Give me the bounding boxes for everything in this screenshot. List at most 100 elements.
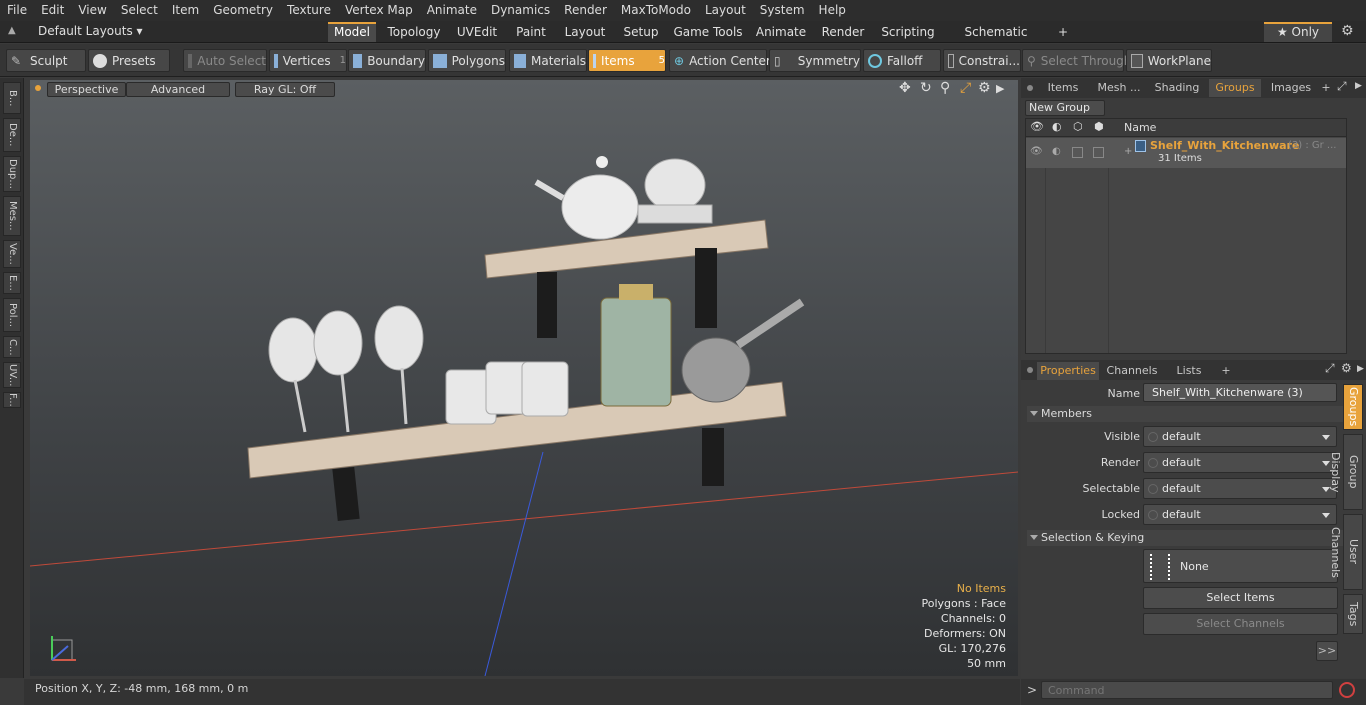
new-group-button[interactable]: New Group <box>1025 100 1105 116</box>
gear-icon[interactable]: ⚙ <box>1341 23 1354 39</box>
side-tab-groups[interactable]: Groups <box>1343 384 1363 430</box>
side-tab-tags[interactable]: Tags <box>1343 594 1363 634</box>
more-button[interactable]: >> <box>1316 641 1338 661</box>
falloff-button[interactable]: Falloff <box>863 49 941 72</box>
left-tab-8[interactable]: UV... <box>3 362 21 388</box>
mode-tab-[interactable]: + <box>1054 22 1072 42</box>
only-toggle[interactable]: ★ Only <box>1264 22 1332 42</box>
side-tab-group-display[interactable]: Group Display <box>1329 434 1363 510</box>
menu-item-layout[interactable]: Layout <box>698 0 753 21</box>
vertices-button[interactable]: Vertices 1 <box>269 49 347 72</box>
name-row: Name Shelf_With_Kitchenware (3) <box>1021 383 1343 405</box>
materials-button[interactable]: Materials <box>509 49 587 72</box>
3d-viewport[interactable]: Perspective Advanced Ray GL: Off ✥ ↻ ⚲ ⤢… <box>30 80 1018 676</box>
tab-images[interactable]: Images <box>1267 79 1315 97</box>
menu-item-help[interactable]: Help <box>812 0 853 21</box>
mode-tab-topology[interactable]: Topology <box>384 22 444 42</box>
tab-lists[interactable]: Lists <box>1167 362 1211 380</box>
left-tab-3[interactable]: Mes... <box>3 196 21 236</box>
menu-item-system[interactable]: System <box>753 0 812 21</box>
sculpt-button[interactable]: ✎ Sculpt <box>6 49 86 72</box>
select-items-button[interactable]: Select Items <box>1143 587 1338 609</box>
mode-tab-game-tools[interactable]: Game Tools <box>672 22 744 42</box>
symmetry-button[interactable]: ▯ Symmetry <box>769 49 861 72</box>
lower-bracket-left <box>332 466 360 522</box>
properties-menu-dot[interactable] <box>1027 367 1033 373</box>
polygons-button[interactable]: Polygons <box>428 49 506 72</box>
members-section[interactable]: Members <box>1027 406 1343 422</box>
select-channels-button[interactable]: Select Channels <box>1143 613 1338 635</box>
items-button[interactable]: Items 5 <box>588 49 666 72</box>
side-tab-user-channels[interactable]: User Channels <box>1329 514 1363 590</box>
prop-dropdown-visible[interactable]: default <box>1143 426 1337 447</box>
left-tab-1[interactable]: De... <box>3 118 21 152</box>
layouts-dropdown[interactable]: Default Layouts ▾ <box>38 24 143 38</box>
menu-item-texture[interactable]: Texture <box>280 0 338 21</box>
mode-tab-uvedit[interactable]: UVEdit <box>452 22 502 42</box>
boundary-button[interactable]: Boundary <box>348 49 426 72</box>
menu-item-view[interactable]: View <box>71 0 113 21</box>
mode-tab-setup[interactable]: Setup <box>618 22 664 42</box>
left-tab-5[interactable]: E... <box>3 272 21 294</box>
mode-tab-render[interactable]: Render <box>814 22 872 42</box>
workplane-button[interactable]: WorkPlane <box>1126 49 1212 72</box>
selection-keying-section[interactable]: Selection & Keying <box>1027 530 1343 546</box>
layout-menu-icon[interactable]: ▲ <box>8 25 20 37</box>
menu-item-animate[interactable]: Animate <box>420 0 484 21</box>
render-toggle-icon[interactable]: ◐ <box>1052 146 1061 157</box>
none-button[interactable]: None <box>1143 549 1338 583</box>
prop-dropdown-locked[interactable]: default <box>1143 504 1337 525</box>
tab-channels[interactable]: Channels <box>1105 362 1159 380</box>
action-center-button[interactable]: ⊕ Action Center <box>669 49 771 72</box>
menu-item-item[interactable]: Item <box>165 0 206 21</box>
auto-select-button[interactable]: Auto Select <box>183 49 267 72</box>
left-tab-6[interactable]: Pol... <box>3 298 21 332</box>
left-tab-4[interactable]: Ve... <box>3 240 21 268</box>
visibility-toggle-icon[interactable]: 👁 <box>1030 146 1043 157</box>
mode-tab-scripting[interactable]: Scripting <box>878 22 938 42</box>
tab-properties[interactable]: Properties <box>1037 362 1099 380</box>
lock-toggle[interactable] <box>1072 147 1083 158</box>
menu-item-vertex-map[interactable]: Vertex Map <box>338 0 420 21</box>
menu-item-dynamics[interactable]: Dynamics <box>484 0 557 21</box>
menu-item-file[interactable]: File <box>0 0 34 21</box>
panel-more-icon[interactable]: ▶ <box>1355 81 1362 91</box>
record-icon[interactable] <box>1339 682 1355 698</box>
menu-item-render[interactable]: Render <box>557 0 614 21</box>
name-field[interactable]: Shelf_With_Kitchenware (3) <box>1143 383 1337 402</box>
tab-mesh[interactable]: Mesh ... <box>1091 79 1147 97</box>
add-properties-tab[interactable]: + <box>1219 362 1233 380</box>
constraints-button[interactable]: Constrai... <box>943 49 1021 72</box>
mode-tab-model[interactable]: Model <box>328 22 376 42</box>
command-input[interactable] <box>1041 681 1333 699</box>
presets-button[interactable]: Presets <box>88 49 170 72</box>
left-tab-0[interactable]: B... <box>3 82 21 114</box>
tab-groups[interactable]: Groups <box>1209 79 1261 97</box>
prop-dropdown-render[interactable]: default <box>1143 452 1337 473</box>
prop-dropdown-selectable[interactable]: default <box>1143 478 1337 499</box>
table-row[interactable]: 👁 ◐ + Shelf_With_Kitchenware (3) : Gr ..… <box>1026 138 1346 168</box>
crosshair-icon: ⊕ <box>674 53 685 68</box>
expand-group-icon[interactable]: + <box>1124 146 1132 157</box>
left-tab-9[interactable]: F... <box>3 392 21 408</box>
properties-more-icon[interactable]: ▶ <box>1357 364 1364 374</box>
select-through-button[interactable]: ⚲ Select Through <box>1022 49 1131 72</box>
properties-gear-icon[interactable]: ⚙ <box>1341 361 1352 375</box>
mode-tab-paint[interactable]: Paint <box>508 22 554 42</box>
menu-item-edit[interactable]: Edit <box>34 0 71 21</box>
properties-expand-icon[interactable]: ⤢ <box>1325 361 1335 376</box>
add-tab-button[interactable]: + <box>1319 79 1333 97</box>
menu-item-select[interactable]: Select <box>114 0 165 21</box>
menu-item-maxtomodo[interactable]: MaxToModo <box>614 0 698 21</box>
select-toggle[interactable] <box>1093 147 1104 158</box>
left-tab-2[interactable]: Dup... <box>3 156 21 192</box>
expand-icon[interactable]: ⤢ <box>1337 79 1347 94</box>
mode-tab-animate[interactable]: Animate <box>754 22 808 42</box>
left-tab-7[interactable]: C... <box>3 336 21 358</box>
mode-tab-layout[interactable]: Layout <box>560 22 610 42</box>
tab-shading[interactable]: Shading <box>1151 79 1203 97</box>
tab-items[interactable]: Items <box>1041 79 1085 97</box>
menu-item-geometry[interactable]: Geometry <box>206 0 280 21</box>
panel-menu-dot[interactable] <box>1027 85 1033 91</box>
mode-tab-schematic-fusion[interactable]: Schematic Fusion <box>948 22 1044 59</box>
